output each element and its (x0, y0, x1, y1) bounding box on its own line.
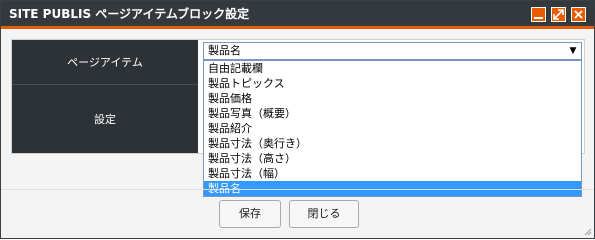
page-item-label: ページアイテム (12, 40, 198, 85)
dialog-window: SITE PUBLIS ページアイテムブロック設定 ページアイテム 設定 製品名… (0, 0, 595, 239)
dropdown-option[interactable]: 製品トピックス (204, 76, 581, 91)
page-item-dropdown-list[interactable]: 自由記載欄 製品トピックス 製品価格 製品写真（概要） 製品紹介 製品寸法（奥行… (203, 60, 582, 197)
dropdown-arrow-icon[interactable]: ▼ (567, 45, 579, 57)
settings-label: 設定 (12, 85, 198, 153)
select-value: 製品名 (208, 44, 241, 57)
minimize-button[interactable] (531, 7, 546, 22)
window-title: SITE PUBLIS ページアイテムブロック設定 (9, 7, 250, 21)
maximize-button[interactable] (551, 7, 566, 22)
close-button[interactable]: 閉じる (289, 200, 359, 228)
page-item-select[interactable]: 製品名 ▼ (203, 42, 582, 60)
dropdown-option[interactable]: 製品価格 (204, 91, 581, 106)
dropdown-option[interactable]: 製品寸法（高さ） (204, 151, 581, 166)
footer-divider (1, 189, 594, 190)
close-window-button[interactable] (571, 7, 586, 22)
dropdown-option[interactable]: 製品写真（概要） (204, 106, 581, 121)
save-button[interactable]: 保存 (219, 200, 281, 228)
dropdown-option[interactable]: 製品寸法（幅） (204, 166, 581, 181)
title-bar[interactable]: SITE PUBLIS ページアイテムブロック設定 (1, 1, 594, 29)
resize-grip-icon[interactable] (584, 228, 592, 236)
dropdown-option[interactable]: 製品紹介 (204, 121, 581, 136)
minimize-icon (534, 17, 543, 19)
dropdown-option[interactable]: 製品寸法（奥行き） (204, 136, 581, 151)
maximize-icon (553, 9, 564, 20)
close-icon (574, 10, 583, 19)
dropdown-option[interactable]: 自由記載欄 (204, 61, 581, 76)
